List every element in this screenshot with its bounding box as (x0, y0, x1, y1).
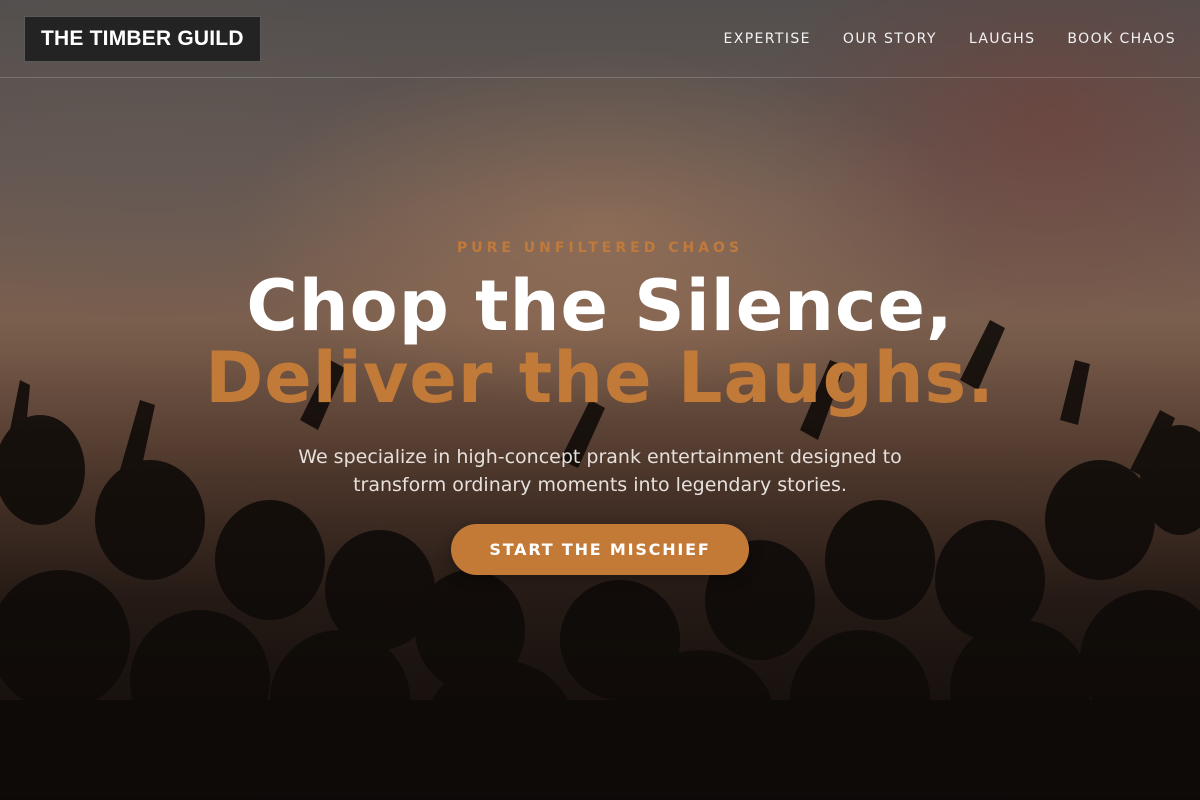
headline-line-2: Deliver the Laughs. (205, 337, 995, 419)
start-mischief-button[interactable]: START THE MISCHIEF (451, 524, 749, 575)
hero-eyebrow: PURE UNFILTERED CHAOS (456, 240, 744, 256)
hero-headline: Chop the Silence, Deliver the Laughs. (0, 270, 1200, 414)
hero-section: PURE UNFILTERED CHAOS Chop the Silence, … (0, 0, 1200, 800)
hero-subtitle: We specialize in high-concept prank ente… (298, 446, 902, 496)
headline-line-1: Chop the Silence, (246, 265, 954, 347)
